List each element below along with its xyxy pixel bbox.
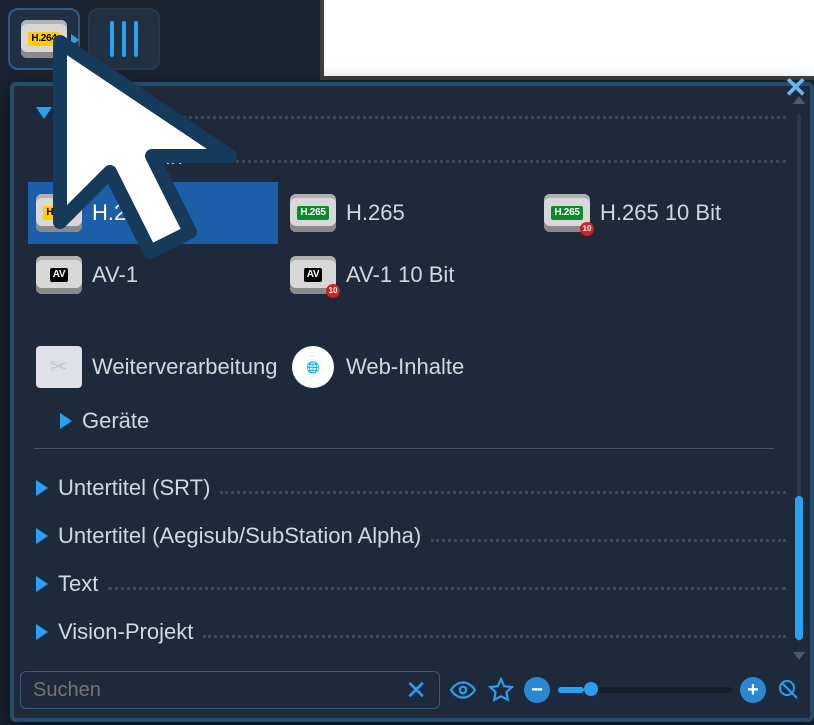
zoom-out-button[interactable]: − [524, 677, 550, 703]
codec-label: H.265 [346, 200, 405, 226]
section-label: MP4 [62, 100, 107, 126]
dots-filler [203, 635, 786, 638]
search-box[interactable]: ✕ [20, 671, 440, 709]
zoom-knob[interactable] [584, 682, 598, 696]
zoom-slider[interactable] [558, 687, 732, 693]
item-web-inhalte[interactable]: 🌐 Web-Inhalte [282, 336, 532, 398]
item-label: Weiterverarbeitung [92, 354, 277, 380]
h265-codec-icon: H.26510 [544, 194, 590, 232]
search-input[interactable] [33, 679, 399, 702]
chevron-down-icon [36, 107, 52, 119]
codec-label: AV-1 [92, 262, 138, 288]
av1-codec-icon: AV [36, 256, 82, 294]
eye-icon[interactable] [448, 675, 478, 705]
zoom-in-button[interactable]: + [740, 677, 766, 703]
codec-item-h264[interactable]: H.264 H.264 [28, 182, 278, 244]
section-untertitel-ass[interactable]: Untertitel (Aegisub/SubStation Alpha) [22, 519, 786, 553]
section-mp4[interactable]: MP4 [22, 96, 786, 130]
ten-bit-badge: 10 [580, 222, 594, 236]
social-web-icon: 🌐 [292, 346, 334, 388]
scroll-down-icon[interactable] [793, 652, 805, 660]
h264-codec-icon: H.264 [36, 194, 82, 232]
codec-item-h265-10bit[interactable]: H.26510 H.265 10 Bit [536, 182, 786, 244]
chevron-right-icon [36, 624, 48, 640]
ten-bit-badge: 10 [326, 284, 340, 298]
settings-button[interactable] [88, 8, 160, 70]
dots-filler [220, 491, 786, 494]
sliders-icon [106, 21, 142, 57]
item-label: Web-Inhalte [346, 354, 464, 380]
clear-search-icon[interactable]: ✕ [399, 677, 433, 703]
section-label: Allgemein [86, 144, 183, 170]
av1-codec-icon: AV10 [290, 256, 336, 294]
chevron-down-icon [60, 151, 76, 163]
preview-panel-edge [320, 0, 814, 80]
section-label: Untertitel (SRT) [58, 475, 210, 501]
codec-item-av1[interactable]: AV AV-1 [28, 244, 278, 306]
codec-label: AV-1 10 Bit [346, 262, 454, 288]
vertical-scrollbar[interactable] [792, 96, 806, 660]
codec-item-av1-10bit[interactable]: AV10 AV-1 10 Bit [282, 244, 532, 306]
section-vision-projekt[interactable]: Vision-Projekt [22, 615, 786, 649]
h265-codec-icon: H.265 [290, 194, 336, 232]
film-scissors-icon: ✂︎ [36, 346, 82, 388]
codec-label: H.265 10 Bit [600, 200, 721, 226]
chevron-right-icon [36, 528, 48, 544]
chevron-right-icon [36, 480, 48, 496]
section-label: Geräte [82, 408, 149, 434]
dots-filler [117, 116, 786, 119]
format-dropdown-panel: ✕ MP4 Allgemein H.264 H.264 H.265 H.265 … [10, 82, 814, 722]
scroll-up-icon[interactable] [793, 96, 805, 104]
format-dropdown-button[interactable]: H.264 [8, 8, 80, 70]
toolbar: H.264 [8, 8, 160, 70]
divider [34, 448, 774, 449]
chevron-right-icon [36, 576, 48, 592]
section-allgemein[interactable]: Allgemein [22, 140, 786, 174]
item-weiterverarbeitung[interactable]: ✂︎ Weiterverarbeitung [28, 336, 278, 398]
scroll-thumb[interactable] [795, 496, 803, 640]
h264-codec-icon: H.264 [21, 20, 67, 58]
section-label: Text [58, 571, 98, 597]
codec-label: H.264 [92, 200, 151, 226]
section-geraete[interactable]: Geräte [22, 404, 786, 438]
section-label: Vision-Projekt [58, 619, 193, 645]
dots-filler [193, 160, 786, 163]
star-icon[interactable] [486, 675, 516, 705]
section-text[interactable]: Text [22, 567, 786, 601]
chevron-right-icon [60, 413, 72, 429]
section-untertitel-srt[interactable]: Untertitel (SRT) [22, 471, 786, 505]
dots-filler [108, 587, 786, 590]
panel-bottom-bar: ✕ − + [20, 668, 804, 712]
dots-filler [431, 539, 786, 542]
codec-item-h265[interactable]: H.265 H.265 [282, 182, 532, 244]
section-label: Untertitel (Aegisub/SubStation Alpha) [58, 523, 421, 549]
zoom-reset-icon[interactable] [774, 675, 804, 705]
